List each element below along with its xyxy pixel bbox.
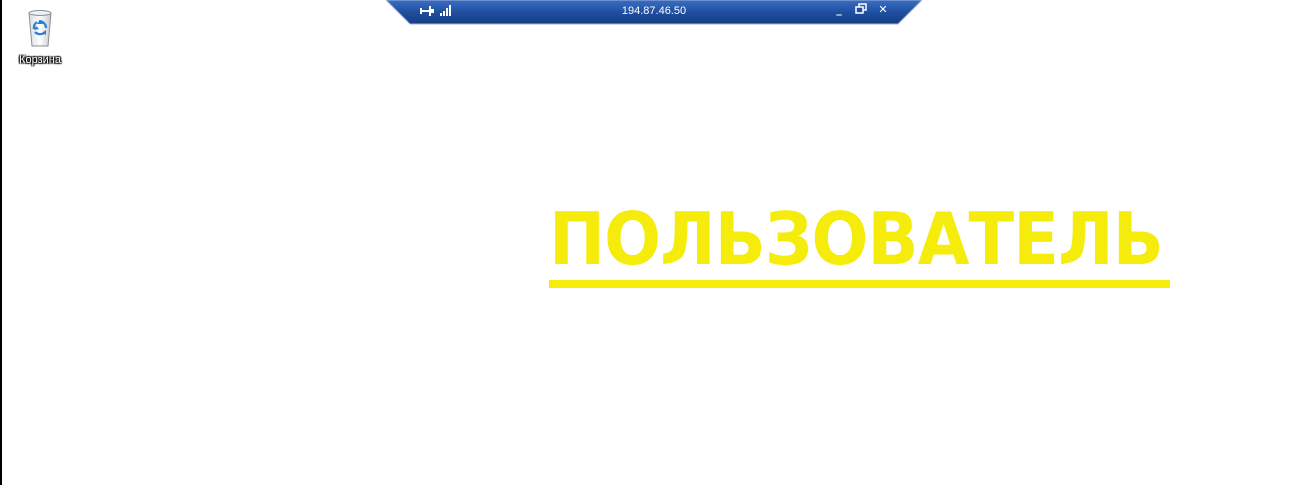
recycle-bin-icon: [28, 10, 52, 47]
banner-text: ПОЛЬЗОВАТЕЛЬ: [549, 197, 1164, 281]
close-icon[interactable]: ✕: [876, 3, 890, 17]
minimize-icon[interactable]: _: [832, 3, 846, 17]
desktop-icon-recycle-bin[interactable]: Корзина: [10, 8, 70, 72]
restore-glyph: [855, 3, 867, 14]
restore-icon[interactable]: [854, 3, 868, 17]
desktop-icon-label: Корзина: [19, 54, 61, 66]
pin-icon[interactable]: [419, 4, 435, 18]
banner-underline: [549, 280, 1170, 288]
signal-strength-icon[interactable]: [439, 4, 453, 16]
remote-desktop-screen: Корзина 194.87.46.50 _ ✕ ПОЛЬЗОВАТЕЛЬ: [0, 0, 1301, 485]
rdp-connection-address: 194.87.46.50: [621, 5, 687, 17]
desktop-banner: ПОЛЬЗОВАТЕЛЬ: [549, 198, 1173, 294]
rdp-connection-bar[interactable]: 194.87.46.50 _ ✕: [386, 0, 922, 25]
